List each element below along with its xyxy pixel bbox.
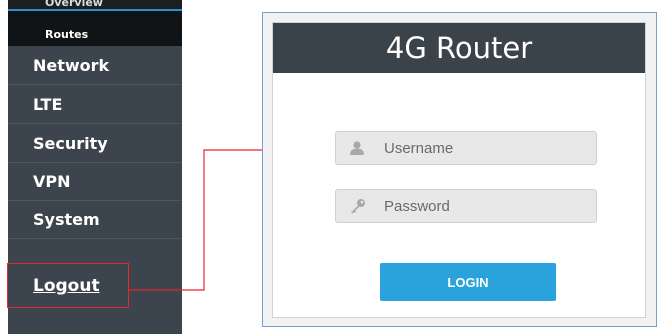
sidebar-item-system[interactable]: System <box>8 201 182 239</box>
username-input[interactable] <box>384 132 584 164</box>
login-button[interactable]: LOGIN <box>380 263 556 301</box>
login-title: 4G Router <box>273 23 645 73</box>
logout-highlight-box <box>7 263 129 308</box>
sidebar-subitem-overview[interactable]: Overview <box>8 0 182 11</box>
sidebar-subitem-routes[interactable]: Routes <box>8 23 182 46</box>
password-field[interactable] <box>335 189 597 223</box>
login-panel-frame: 4G Router Username LOGIN <box>262 12 657 327</box>
sidebar-item-vpn[interactable]: VPN <box>8 163 182 201</box>
key-icon <box>348 198 366 214</box>
username-field[interactable] <box>335 131 597 165</box>
password-input[interactable] <box>384 190 584 222</box>
sidebar-item-lte[interactable]: LTE <box>8 86 182 124</box>
screenshot-canvas: Overview Routes Network LTE Security VPN… <box>0 0 666 334</box>
user-icon <box>348 140 366 156</box>
sidebar-submenu-background <box>8 11 182 23</box>
sidebar-item-network[interactable]: Network <box>8 47 182 85</box>
login-card: 4G Router Username LOGIN <box>272 22 646 318</box>
sidebar-item-security[interactable]: Security <box>8 125 182 163</box>
